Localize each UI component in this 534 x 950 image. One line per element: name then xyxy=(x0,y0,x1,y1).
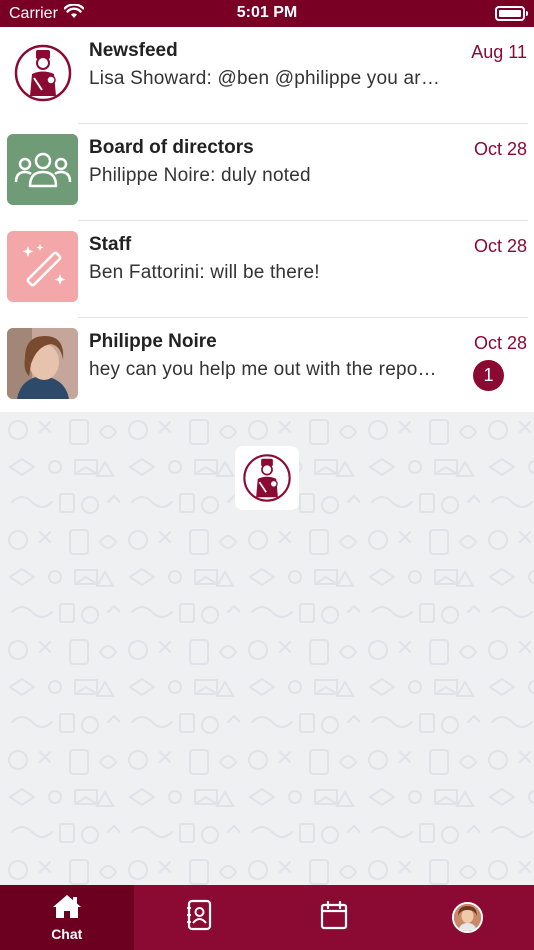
chat-date: Oct 28 xyxy=(473,236,527,256)
tab-calendar[interactable] xyxy=(267,885,401,950)
chat-preview: hey can you help me out with the repo… xyxy=(89,359,437,380)
battery-icon xyxy=(495,6,528,21)
contacts-icon xyxy=(186,899,214,936)
status-bar: Carrier 5:01 PM xyxy=(0,0,534,27)
tab-bar: Chat xyxy=(0,885,534,950)
magic-wand-icon xyxy=(7,231,78,302)
tab-chat[interactable]: Chat xyxy=(0,885,134,950)
unread-badge: 1 xyxy=(473,360,504,391)
chat-preview: Philippe Noire: duly noted xyxy=(89,165,311,186)
chat-list: Newsfeed Lisa Showard: @ben @philippe yo… xyxy=(0,27,534,412)
chat-date: Oct 28 xyxy=(473,139,527,159)
chat-preview: Lisa Showard: @ben @philippe you are … xyxy=(89,68,449,89)
chat-background xyxy=(0,412,534,885)
group-icon xyxy=(7,134,78,205)
profile-avatar xyxy=(451,902,483,933)
chat-name: Board of directors xyxy=(89,137,254,158)
chat-date: Aug 11 xyxy=(471,42,527,62)
chat-name: Philippe Noire xyxy=(89,331,217,352)
user-photo xyxy=(7,328,78,399)
chat-row-board-of-directors[interactable]: Board of directors Philippe Noire: duly … xyxy=(0,124,534,221)
chat-row-staff[interactable]: Staff Ben Fattorini: will be there! Oct … xyxy=(0,221,534,318)
home-icon xyxy=(51,893,83,924)
tab-chat-label: Chat xyxy=(51,926,83,942)
app-logo-icon xyxy=(235,446,299,510)
chat-name: Newsfeed xyxy=(89,40,178,61)
tab-profile[interactable] xyxy=(401,885,534,950)
chat-row-philippe-noire[interactable]: Philippe Noire hey can you help me out w… xyxy=(0,318,534,415)
chat-preview: Ben Fattorini: will be there! xyxy=(89,262,320,283)
doorman-logo-icon xyxy=(7,37,78,108)
calendar-icon xyxy=(320,900,348,935)
tab-contacts[interactable] xyxy=(134,885,268,950)
chat-name: Staff xyxy=(89,234,132,255)
status-time: 5:01 PM xyxy=(236,4,298,21)
chat-row-newsfeed[interactable]: Newsfeed Lisa Showard: @ben @philippe yo… xyxy=(0,27,534,124)
chat-date: Oct 28 xyxy=(473,333,527,353)
